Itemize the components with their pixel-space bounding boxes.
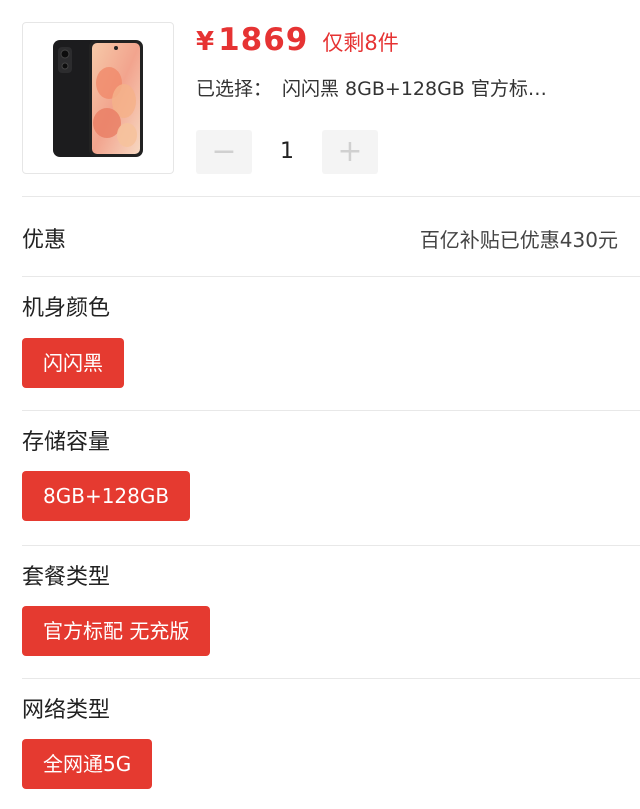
promo-value[interactable]: 百亿补贴已优惠430元 <box>420 224 618 253</box>
divider <box>22 410 640 411</box>
increase-quantity-button[interactable]: + <box>322 130 378 174</box>
decrease-quantity-button[interactable]: − <box>196 130 252 174</box>
option-chip-color-selected[interactable]: 闪闪黑 <box>22 338 124 388</box>
phone-image-icon <box>53 40 143 157</box>
option-chip-package-selected[interactable]: 官方标配 无充版 <box>22 606 211 656</box>
price-line: ¥ 1869 仅剩8件 <box>196 22 399 64</box>
divider <box>22 276 640 277</box>
stock-note: 仅剩8件 <box>322 31 399 55</box>
divider <box>22 678 640 679</box>
minus-icon: − <box>211 134 237 169</box>
selected-value: 闪闪黑 8GB+128GB 官方标… <box>282 78 547 100</box>
currency-symbol: ¥ <box>196 27 215 57</box>
plus-icon: + <box>337 134 363 169</box>
product-price: 1869 <box>218 22 309 58</box>
promo-label: 优惠 <box>22 228 67 253</box>
option-title-color: 机身颜色 <box>22 296 111 321</box>
divider <box>22 196 640 197</box>
option-chip-storage-selected[interactable]: 8GB+128GB <box>22 471 191 521</box>
product-thumbnail[interactable] <box>22 22 174 174</box>
selected-spec-line: 已选择： 闪闪黑 8GB+128GB 官方标… <box>196 74 616 101</box>
option-chip-network-selected[interactable]: 全网通5G <box>22 739 153 789</box>
option-title-network: 网络类型 <box>22 698 111 723</box>
product-summary: ¥ 1869 仅剩8件 已选择： 闪闪黑 8GB+128GB 官方标… − 1 + <box>0 0 640 196</box>
divider <box>22 545 640 546</box>
selected-label: 已选择： <box>196 78 273 100</box>
option-title-package: 套餐类型 <box>22 565 111 590</box>
quantity-value[interactable]: 1 <box>252 130 322 174</box>
option-title-storage: 存储容量 <box>22 430 111 455</box>
